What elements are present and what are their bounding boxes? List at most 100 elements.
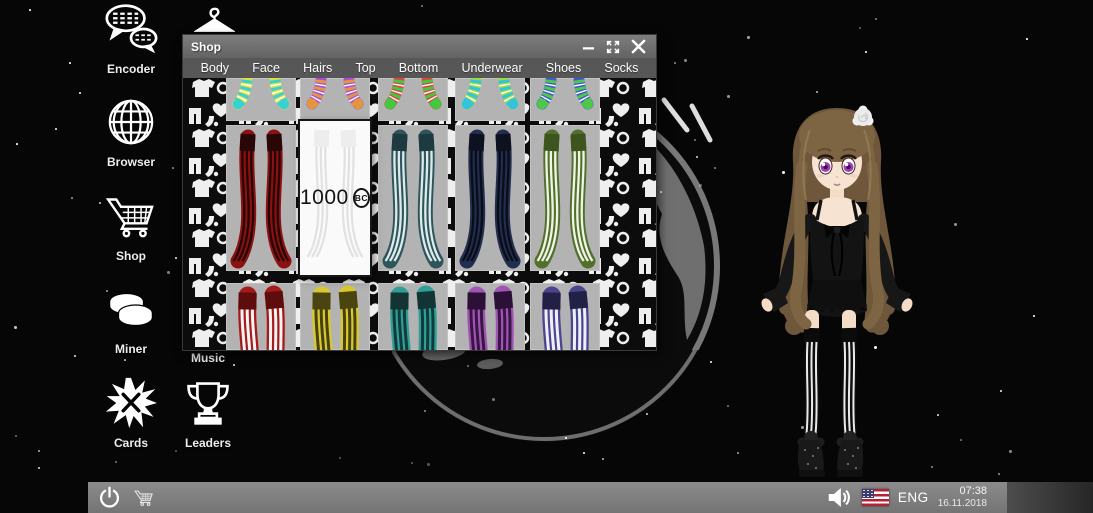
sidebar-item-label: Miner [115,342,147,356]
sidebar-item-label: Browser [107,155,155,169]
burst-icon [105,375,157,431]
item-thumbnail [530,283,600,350]
star [583,452,585,454]
item-grid: 1000 BC [183,78,656,350]
star [937,414,939,416]
speech-bubbles-icon [102,1,160,57]
item-thumbnail [455,283,525,350]
item-thumbnail [455,78,525,118]
volume-button[interactable] [827,487,853,508]
star [565,437,567,439]
star [115,461,117,463]
trophy-icon [183,375,233,431]
star [865,51,867,53]
sidebar-item-browser[interactable]: Browser [89,94,173,169]
sidebar-item-encoder[interactable]: Encoder [89,1,173,76]
item-thumbnail [300,283,370,350]
star [467,365,469,367]
shop-window-titlebar[interactable]: Shop [183,35,656,58]
maximize-button[interactable] [603,38,623,55]
item-thumbnail [455,125,525,271]
shop-item-striped-socks-yellow-cyan[interactable] [226,78,296,121]
us-flag-icon[interactable] [862,489,889,506]
shop-item-striped-socks-blue-green[interactable] [530,78,600,121]
star [727,95,730,98]
star [998,473,1000,475]
item-thumbnail [378,125,448,271]
shop-item-stockings-purple-black[interactable] [455,283,525,350]
star [747,36,750,39]
flower-hair-accessory [853,106,874,127]
tab-socks[interactable]: Socks [599,61,643,75]
star [175,450,177,452]
tab-underwear[interactable]: Underwear [457,61,528,75]
avatar-character [750,100,925,480]
star [1026,38,1028,40]
sidebar-item-label: Encoder [107,62,155,76]
star [710,361,712,363]
sidebar-item-leaders[interactable]: Leaders [166,375,250,450]
close-button[interactable] [628,38,648,55]
item-thumbnail [226,78,296,118]
sidebar-item-miner[interactable]: Miner [89,281,173,356]
shop-tabs: Body Face Hairs Top Bottom Underwear Shoes Sock… [183,58,656,78]
minimize-button[interactable] [578,38,598,55]
power-button[interactable] [98,486,121,509]
star [55,128,57,130]
star [714,167,716,169]
shop-item-stockings-red-white[interactable] [226,283,296,350]
shop-item-striped-socks-purple-orange[interactable] [300,78,370,121]
star [69,62,71,64]
tab-shoes[interactable]: Shoes [541,61,586,75]
item-thumbnail [378,283,448,350]
star [492,398,495,401]
star [167,271,170,274]
shop-item-stockings-red-black[interactable] [226,125,296,271]
star [954,223,957,226]
star [16,143,18,145]
star [15,435,17,437]
star [175,257,177,259]
star [646,413,648,415]
star [816,91,818,93]
shop-item-stockings-white[interactable]: 1000 BC [298,119,372,277]
tab-face[interactable]: Face [247,61,285,75]
sidebar-item-cards[interactable]: Cards [89,375,173,450]
taskbar: ENG 07:38 16.11.2018 [88,482,1093,513]
shop-item-stockings-green-white[interactable] [530,125,600,271]
star [602,458,604,460]
star [1009,450,1012,453]
shop-item-striped-socks-lime-cyan[interactable] [455,78,525,121]
star [960,439,962,441]
sidebar-item-music[interactable]: Music [166,351,250,365]
star [38,450,40,452]
star [14,326,17,329]
shop-item-striped-socks-red-green[interactable] [378,78,448,121]
star [74,355,76,357]
shop-item-stockings-teal-black[interactable] [378,283,448,350]
star [71,197,73,199]
cart-button[interactable] [134,489,154,506]
star [859,27,861,29]
shop-item-stockings-teal-white[interactable] [378,125,448,271]
tab-top[interactable]: Top [350,61,380,75]
time-label: 07:38 [938,485,987,498]
tab-hairs[interactable]: Hairs [298,61,337,75]
tab-bottom[interactable]: Bottom [394,61,444,75]
star [696,156,698,158]
sidebar-item-shop[interactable]: Shop [89,188,173,263]
language-label[interactable]: ENG [898,490,929,505]
window-title: Shop [191,40,573,54]
item-thumbnail [300,121,370,271]
star [660,191,662,193]
shop-item-stockings-navy-black[interactable] [455,125,525,271]
coins-icon [105,281,157,337]
shop-item-stockings-indigo-white[interactable] [530,283,600,350]
item-thumbnail [226,283,296,350]
cart-icon [105,188,157,244]
star [727,405,729,407]
shop-item-stockings-yellow-black[interactable] [300,283,370,350]
tab-body[interactable]: Body [196,61,235,75]
avatar-shoes [798,431,864,477]
star [427,463,430,466]
